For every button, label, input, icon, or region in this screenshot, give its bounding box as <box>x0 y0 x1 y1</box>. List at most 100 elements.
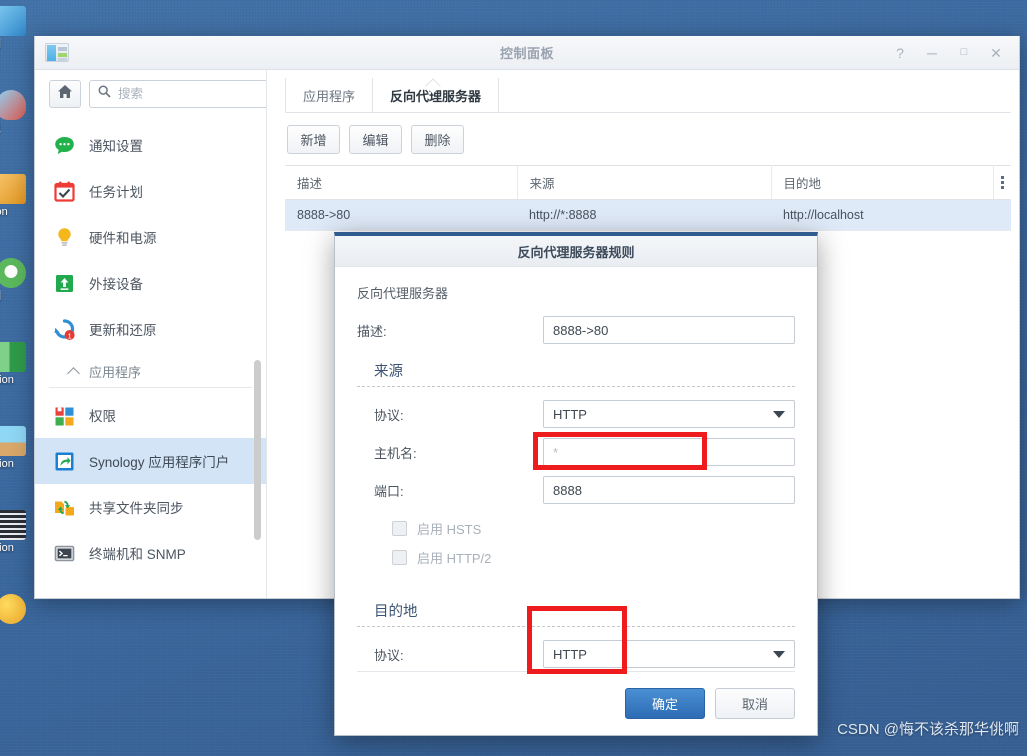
window-controls: ? ─ □ ✕ <box>893 46 1019 60</box>
source-port-row: 端口: <box>357 476 795 504</box>
create-button[interactable]: 新增 <box>287 125 340 154</box>
tab-applications[interactable]: 应用程序 <box>285 78 372 112</box>
http2-row[interactable]: 启用 HTTP/2 <box>357 543 795 572</box>
hsts-row[interactable]: 启用 HSTS <box>357 514 795 543</box>
column-label: 来源 <box>529 177 555 191</box>
source-hostname-row: 主机名: <box>357 438 795 466</box>
sidebar-group-label: 应用程序 <box>89 365 142 380</box>
destination-protocol-value: HTTP <box>553 646 587 662</box>
column-header-description[interactable]: 描述 <box>285 165 518 200</box>
cancel-button[interactable]: 取消 <box>715 688 795 719</box>
desktop-icon-label: 明 <box>0 290 32 303</box>
desktop-icon[interactable]: 刷 <box>0 0 32 84</box>
search-input[interactable] <box>118 87 266 101</box>
sidebar-item-label: 硬件和电源 <box>89 231 157 246</box>
sidebar-list: 通知设置 任务计划 硬件和电源 外接设备 1 更新和还原 应用程序 权限 Syn… <box>35 120 266 576</box>
description-input[interactable] <box>543 316 795 344</box>
column-header-source[interactable]: 来源 <box>517 165 772 200</box>
desktop-icon[interactable]: 板 <box>0 84 32 168</box>
control-panel-icon <box>45 43 69 62</box>
sidebar-item-hardware-power[interactable]: 硬件和电源 <box>35 214 266 260</box>
delete-button[interactable]: 删除 <box>411 125 464 154</box>
dialog-footer: 确定 取消 <box>357 671 795 735</box>
desktop-icon-label: 刷 <box>0 38 32 51</box>
dialog-title: 反向代理服务器规则 <box>335 236 817 267</box>
source-hostname-input[interactable] <box>543 438 795 466</box>
task-scheduler-icon <box>53 180 76 203</box>
ok-button-label: 确定 <box>651 697 678 712</box>
app-shortcut-3-icon <box>0 174 26 204</box>
lightbulb-icon <box>53 226 76 249</box>
description-row: 描述: <box>357 316 795 344</box>
destination-protocol-select[interactable]: HTTP <box>543 640 795 668</box>
desktop-icon[interactable]: ation <box>0 504 32 588</box>
source-hostname-label: 主机名: <box>374 445 417 461</box>
source-port-input[interactable] <box>543 476 795 504</box>
cell-source: http://*:8888 <box>517 199 771 231</box>
desktop-icon[interactable]: ts <box>0 588 32 672</box>
sidebar-item-task-scheduler[interactable]: 任务计划 <box>35 168 266 214</box>
sidebar-item-update-restore[interactable]: 1 更新和还原 <box>35 306 266 352</box>
dialog-body: 反向代理服务器 描述: 来源 协议: HTTP 主机名: 端口: <box>335 267 817 671</box>
sidebar-item-terminal-snmp[interactable]: 终端机和 SNMP <box>35 530 266 576</box>
desktop-icon[interactable]: 明 <box>0 252 32 336</box>
source-port-label: 端口: <box>374 483 404 499</box>
search-box[interactable] <box>89 80 266 108</box>
privileges-icon <box>53 404 76 427</box>
desktop-icon[interactable]: tion <box>0 168 32 252</box>
home-icon <box>57 84 73 104</box>
chevron-up-icon <box>67 367 80 380</box>
app-shortcut-5-icon <box>0 342 26 372</box>
desktop-icon-label: ts <box>0 626 32 639</box>
desktop-icon[interactable]: ation <box>0 336 32 420</box>
source-protocol-label: 协议: <box>374 407 404 423</box>
sidebar-item-external-devices[interactable]: 外接设备 <box>35 260 266 306</box>
http2-checkbox[interactable] <box>392 550 407 565</box>
sidebar-item-privileges[interactable]: 权限 <box>35 392 266 438</box>
notification-bubble-icon <box>53 134 76 157</box>
sidebar-group-applications[interactable]: 应用程序 <box>49 354 252 388</box>
source-protocol-select[interactable]: HTTP <box>543 400 795 428</box>
column-label: 描述 <box>297 177 323 191</box>
maximize-button[interactable]: □ <box>957 47 971 58</box>
home-button[interactable] <box>49 80 81 108</box>
tab-strip: 应用程序 反向代理服务器 <box>285 78 1011 113</box>
hsts-checkbox[interactable] <box>392 521 407 536</box>
column-menu-button[interactable] <box>993 165 1011 200</box>
cancel-button-label: 取消 <box>741 697 768 712</box>
window-title: 控制面板 <box>499 46 554 61</box>
sidebar-item-application-portal[interactable]: Synology 应用程序门户 <box>35 438 266 484</box>
edit-button-label: 编辑 <box>362 133 389 148</box>
desktop-icon-label: 板 <box>0 122 32 135</box>
sidebar-item-label: 终端机和 SNMP <box>89 547 186 562</box>
reverse-proxy-table: 描述 来源 目的地 8888->80 http://*:8888 http://… <box>285 165 1011 231</box>
ok-button[interactable]: 确定 <box>625 688 705 719</box>
chevron-down-icon <box>773 651 785 658</box>
table-row[interactable]: 8888->80 http://*:8888 http://localhost <box>285 199 1011 231</box>
desktop-icon-label: tion <box>0 206 8 218</box>
cell-description: 8888->80 <box>285 199 517 231</box>
description-label: 描述: <box>357 323 387 339</box>
app-shortcut-4-icon <box>0 258 26 288</box>
http2-label: 启用 HTTP/2 <box>417 551 492 566</box>
sidebar-scrollbar[interactable] <box>254 360 261 540</box>
column-header-destination[interactable]: 目的地 <box>771 165 994 200</box>
create-button-label: 新增 <box>300 133 327 148</box>
svg-text:1: 1 <box>67 331 71 340</box>
sidebar-item-label: 外接设备 <box>89 277 143 292</box>
sidebar-header <box>35 70 266 120</box>
desktop-icon-label: ation <box>0 458 14 470</box>
minimize-button[interactable]: ─ <box>925 46 939 60</box>
window-titlebar[interactable]: 控制面板 ? ─ □ ✕ <box>35 36 1019 70</box>
desktop-icon[interactable]: ation <box>0 420 32 504</box>
sidebar-item-label: 共享文件夹同步 <box>89 501 184 516</box>
sidebar-item-label: 权限 <box>89 409 116 424</box>
help-button[interactable]: ? <box>893 46 907 60</box>
app-shortcut-8-icon <box>0 594 26 624</box>
reverse-proxy-rule-dialog: 反向代理服务器规则 反向代理服务器 描述: 来源 协议: HTTP 主机名: <box>334 232 818 736</box>
hsts-label: 启用 HSTS <box>417 522 482 537</box>
sidebar-item-shared-folder-sync[interactable]: 共享文件夹同步 <box>35 484 266 530</box>
close-button[interactable]: ✕ <box>989 46 1003 60</box>
sidebar-item-notification[interactable]: 通知设置 <box>35 122 266 168</box>
edit-button[interactable]: 编辑 <box>349 125 402 154</box>
